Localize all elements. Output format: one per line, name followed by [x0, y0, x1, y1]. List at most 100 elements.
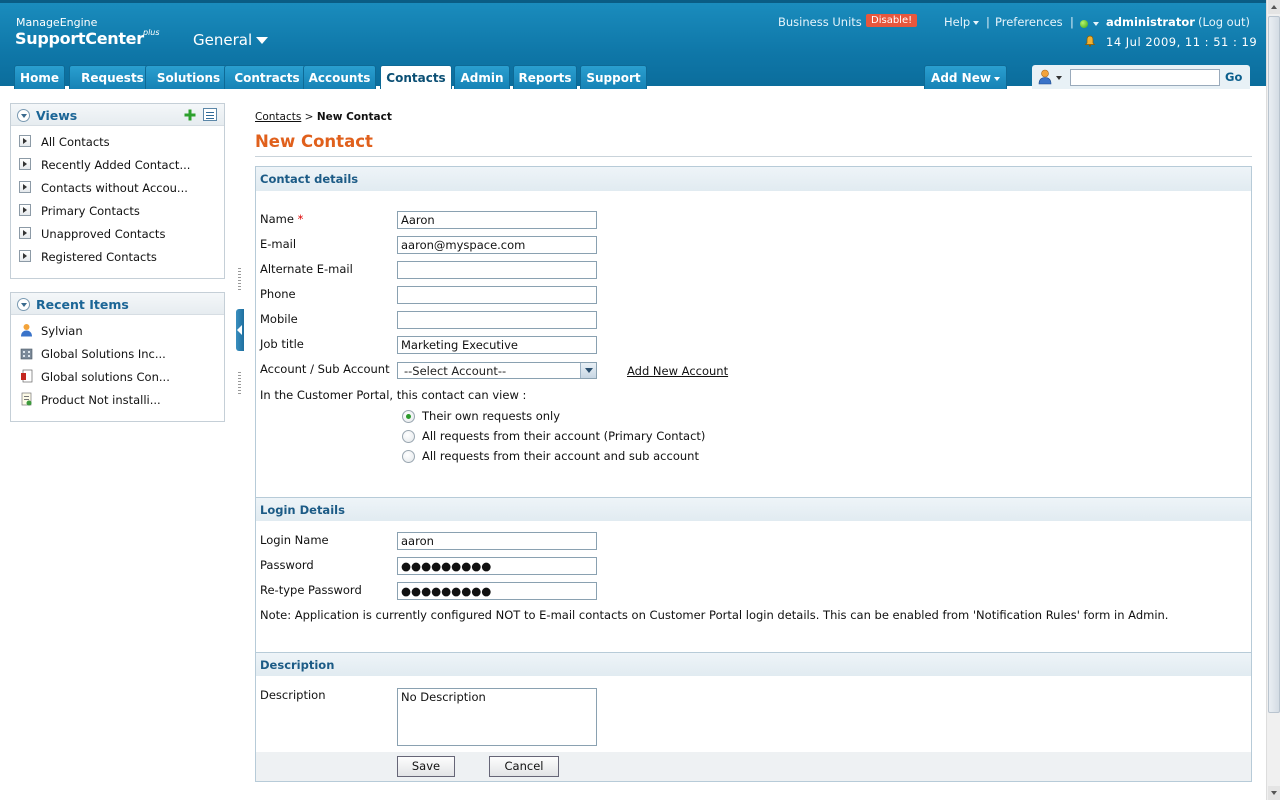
view-item-label: Unapproved Contacts — [41, 227, 166, 241]
logout-link[interactable]: (Log out) — [1198, 15, 1250, 29]
recent-item[interactable]: Product Not installi... — [11, 388, 224, 411]
splitter-grip[interactable] — [238, 268, 241, 290]
chevron-down-icon[interactable] — [580, 363, 596, 378]
breadcrumb-separator: > — [304, 111, 314, 123]
chevron-down-icon[interactable] — [1056, 76, 1062, 80]
contact-person-icon — [21, 324, 32, 337]
section-title: Contact details — [260, 172, 359, 186]
add-new-account-link[interactable]: Add New Account — [627, 364, 728, 378]
job-title-label: Job title — [260, 337, 304, 351]
phone-field[interactable] — [397, 286, 597, 304]
splitter-grip[interactable] — [238, 372, 241, 394]
collapse-icon[interactable] — [17, 298, 30, 311]
retype-password-field[interactable] — [397, 582, 597, 600]
online-status-icon[interactable] — [1080, 20, 1088, 28]
view-item-without-account[interactable]: Contacts without Accou... — [11, 176, 224, 199]
tab-contracts[interactable]: Contracts — [224, 65, 310, 89]
reminder-bell-icon[interactable] — [1084, 35, 1096, 47]
brand-logo[interactable]: SupportCenter — [15, 29, 144, 48]
account-select[interactable]: --Select Account-- — [397, 362, 597, 379]
recent-item[interactable]: Global Solutions Inc... — [11, 342, 224, 365]
breadcrumb-contacts-link[interactable]: Contacts — [255, 111, 301, 123]
portal-view-option-label[interactable]: All requests from their account and sub … — [422, 449, 699, 463]
job-title-field[interactable] — [397, 336, 597, 354]
portal-view-own-radio[interactable] — [402, 410, 415, 423]
password-label: Password — [260, 558, 314, 572]
scroll-down-arrow-icon[interactable] — [1268, 786, 1280, 800]
portal-view-account-radio[interactable] — [402, 430, 415, 443]
recent-items-title: Recent Items — [36, 297, 129, 312]
tab-solutions[interactable]: Solutions — [145, 65, 232, 89]
save-button[interactable]: Save — [397, 756, 455, 777]
chevron-right-icon — [19, 227, 31, 239]
tab-admin[interactable]: Admin — [454, 65, 510, 89]
mobile-field[interactable] — [397, 311, 597, 329]
portal-view-subaccount-radio[interactable] — [402, 450, 415, 463]
portal-selector[interactable]: General — [193, 31, 269, 49]
description-label: Description — [260, 688, 326, 702]
manage-views-icon[interactable] — [203, 108, 217, 121]
view-item-unapproved[interactable]: Unapproved Contacts — [11, 222, 224, 245]
required-marker: * — [297, 212, 304, 226]
name-label-text: Name — [260, 212, 294, 226]
view-item-recently-added[interactable]: Recently Added Contact... — [11, 153, 224, 176]
alt-email-field[interactable] — [397, 261, 597, 279]
password-field[interactable] — [397, 557, 597, 575]
chevron-right-icon — [19, 204, 31, 216]
name-field[interactable] — [397, 211, 597, 229]
contact-details-section-header: Contact details — [256, 167, 1251, 191]
section-title: Login Details — [260, 503, 345, 517]
recent-item-label: Global Solutions Inc... — [41, 347, 166, 361]
scrollbar-thumb[interactable] — [1268, 16, 1280, 713]
search-input[interactable] — [1070, 69, 1220, 86]
phone-label: Phone — [260, 287, 296, 301]
tab-contacts[interactable]: Contacts — [380, 65, 452, 89]
view-item-primary-contacts[interactable]: Primary Contacts — [11, 199, 224, 222]
portal-view-option-label[interactable]: All requests from their account (Primary… — [422, 429, 705, 443]
page-scrollbar[interactable] — [1266, 0, 1280, 800]
view-item-all-contacts[interactable]: All Contacts — [11, 130, 224, 153]
login-name-field[interactable] — [397, 532, 597, 550]
tab-accounts[interactable]: Accounts — [303, 65, 376, 89]
contract-document-icon — [21, 369, 33, 383]
add-new-menu[interactable]: Add New — [924, 65, 1007, 89]
help-menu[interactable]: Help — [944, 15, 980, 29]
brand-suffix: plus — [143, 28, 160, 37]
disable-business-units-button[interactable]: Disable! — [866, 14, 918, 27]
search-go-button[interactable]: Go — [1225, 70, 1242, 84]
chevron-down-icon[interactable] — [1093, 22, 1099, 26]
name-label: Name * — [260, 212, 303, 226]
login-details-section-header: Login Details — [256, 497, 1251, 521]
business-units-label: Business Units — [778, 15, 862, 29]
recent-item[interactable]: Sylvian — [11, 319, 224, 342]
view-item-label: Primary Contacts — [41, 204, 140, 218]
view-item-registered[interactable]: Registered Contacts — [11, 245, 224, 268]
recent-item[interactable]: Global solutions Con... — [11, 365, 224, 388]
view-item-label: Contacts without Accou... — [41, 181, 188, 195]
app-header: ManageEngine SupportCenter plus General … — [0, 0, 1266, 89]
tab-support[interactable]: Support — [580, 65, 647, 89]
email-field[interactable] — [397, 236, 597, 254]
portal-view-option-label[interactable]: Their own requests only — [422, 409, 560, 423]
add-view-icon[interactable] — [184, 109, 196, 121]
preferences-link[interactable]: Preferences — [995, 15, 1063, 29]
username: administrator — [1106, 15, 1195, 29]
description-section-header: Description — [256, 652, 1251, 676]
collapse-icon[interactable] — [17, 109, 30, 122]
cancel-button[interactable]: Cancel — [489, 756, 559, 777]
view-item-label: Registered Contacts — [41, 250, 157, 264]
tab-reports[interactable]: Reports — [513, 65, 577, 89]
recent-item-label: Sylvian — [41, 324, 83, 338]
recent-item-label: Product Not installi... — [41, 393, 161, 407]
tab-requests[interactable]: Requests — [69, 65, 156, 89]
chevron-down-icon — [993, 76, 1000, 81]
collapse-sidebar-handle[interactable] — [236, 309, 244, 351]
section-title: Description — [260, 658, 335, 672]
description-textarea[interactable]: No Description — [397, 688, 597, 746]
alt-email-label: Alternate E-mail — [260, 262, 353, 276]
new-contact-form: Contact details Name * E-mail Alternate … — [255, 166, 1252, 782]
tab-home[interactable]: Home — [14, 65, 65, 89]
portal-name: General — [193, 31, 253, 49]
scroll-up-arrow-icon[interactable] — [1268, 0, 1280, 14]
person-search-icon[interactable] — [1038, 69, 1052, 85]
